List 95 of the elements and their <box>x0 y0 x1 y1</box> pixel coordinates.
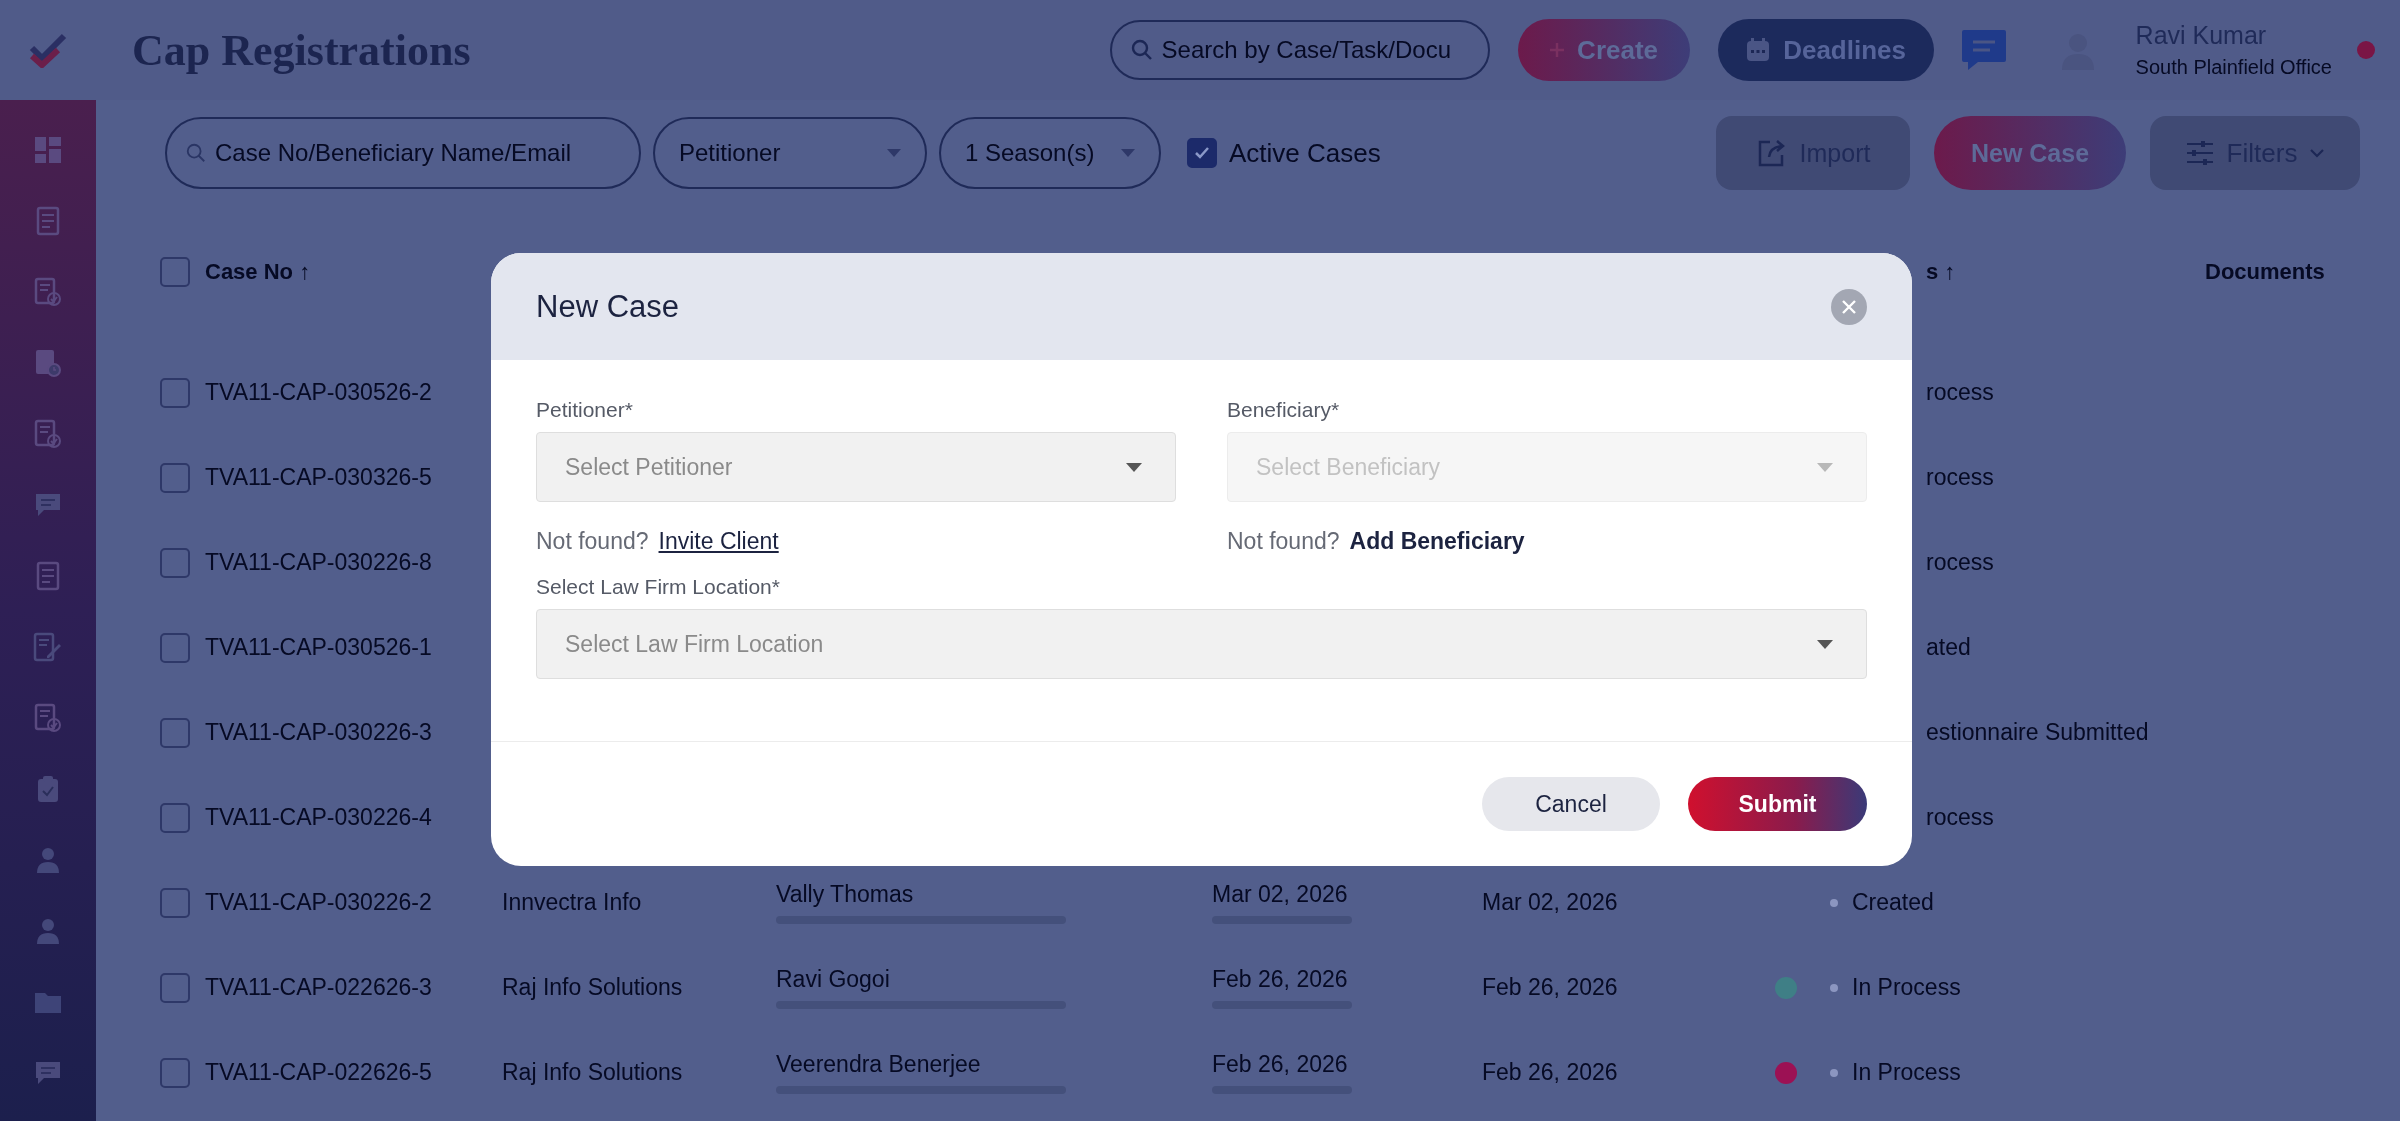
case-number-cell-text: TVA11-CAP-030226-3 <box>205 719 433 746</box>
deadlines-button[interactable]: Deadlines <box>1717 19 1934 81</box>
caret-icon <box>1121 149 1135 157</box>
link[interactable]: Invite Client <box>658 528 779 555</box>
case-number-cell-text: TVA11-CAP-030326-5 <box>205 464 433 491</box>
select-all-checkbox[interactable] <box>160 257 190 287</box>
status-cell: In Process <box>1852 1059 1961 1086</box>
sliders-icon <box>2184 139 2215 167</box>
field-label: Beneficiary* <box>1227 398 1341 422</box>
edit-document-icon[interactable] <box>33 631 63 662</box>
not-found-text: Not found? <box>536 528 649 555</box>
date-cell-text: Feb 26, 2026 <box>1482 974 1619 1001</box>
dialog-title: New Case <box>536 288 679 325</box>
close-icon[interactable] <box>1830 287 1868 326</box>
status-cell: estionnaire Submitted <box>1926 719 2149 746</box>
field-label: Petitioner* <box>536 398 634 422</box>
row-checkbox[interactable] <box>160 717 190 748</box>
status-bullet-icon <box>1830 1068 1838 1077</box>
caret-icon <box>1817 639 1833 649</box>
row-checkbox[interactable] <box>160 1057 190 1088</box>
status-bullet-icon <box>1830 983 1838 992</box>
petitioner-cell-text: Raj Info Solutions <box>502 974 684 1001</box>
status-cell: In Process <box>1852 974 1961 1001</box>
active-cases-checkbox[interactable] <box>1187 138 1217 168</box>
column-header[interactable]: s ↑ <box>1926 259 1956 285</box>
row-checkbox[interactable] <box>160 462 190 493</box>
field-label: Select Law Firm Location* <box>536 575 781 599</box>
not-found-text: Not found? <box>1227 528 1340 555</box>
page-title: Cap Registrations <box>132 24 471 76</box>
case-number-cell-text: TVA11-CAP-030226-2 <box>205 889 433 916</box>
petitioner-dropdown[interactable]: Petitioner <box>653 117 927 189</box>
submit-button[interactable]: Submit <box>1688 777 1867 831</box>
document-clock-icon[interactable] <box>34 347 62 378</box>
case-number-cell-text: TVA11-CAP-022626-5 <box>205 1059 433 1086</box>
select-field[interactable]: Select Law Firm Location <box>536 609 1867 679</box>
petitioner-cell-text: Raj Info Solutions <box>502 1059 684 1086</box>
cancel-button[interactable]: Cancel <box>1482 777 1660 831</box>
created-date-cell-text: Mar 02, 2026 <box>1212 881 1349 908</box>
clipboard-icon[interactable] <box>36 774 60 803</box>
dashboard-icon[interactable] <box>34 135 62 164</box>
status-cell: rocess <box>1926 804 1994 831</box>
caret-icon <box>1817 462 1833 472</box>
caret-icon <box>1126 462 1142 472</box>
search-icon <box>1129 38 1154 62</box>
created-date-cell-text: Feb 26, 2026 <box>1212 966 1349 993</box>
calendar-icon <box>1745 37 1772 63</box>
user-office: South Plainfield Office <box>2135 56 2332 79</box>
chevron-down-icon <box>2309 148 2326 158</box>
status-bullet-icon <box>1830 898 1838 907</box>
message-icon[interactable] <box>34 1059 62 1086</box>
status-cell: rocess <box>1926 464 1994 491</box>
select-field[interactable]: Select Petitioner <box>536 432 1176 502</box>
document-icon[interactable] <box>36 560 60 591</box>
new-case-button[interactable]: New Case <box>1934 116 2126 190</box>
row-checkbox[interactable] <box>160 377 190 408</box>
row-checkbox[interactable] <box>160 547 190 578</box>
logo-icon <box>28 32 68 68</box>
case-number-cell-text: TVA11-CAP-030526-1 <box>205 634 433 661</box>
column-header[interactable]: Documents <box>2205 259 2325 285</box>
beneficiary-cell-text: Vally Thomas <box>776 881 915 908</box>
beneficiary-cell-text: Ravi Gogoi <box>776 966 891 993</box>
document-check-icon[interactable] <box>34 418 62 449</box>
date-cell-text: Feb 26, 2026 <box>1482 1059 1619 1086</box>
case-number-cell-text: TVA11-CAP-030226-8 <box>205 549 433 576</box>
row-checkbox[interactable] <box>160 802 190 833</box>
petitioner-cell-text: Innvectra Info <box>502 889 643 916</box>
plus-icon <box>1549 42 1566 58</box>
person-icon[interactable] <box>36 845 60 874</box>
status-cell: rocess <box>1926 379 1994 406</box>
row-checkbox[interactable] <box>160 972 190 1003</box>
case-number-cell-text: TVA11-CAP-030526-2 <box>205 379 433 406</box>
status-cell: Created <box>1852 889 1934 916</box>
beneficiary-cell-text: Veerendra Benerjee <box>776 1051 982 1078</box>
caret-icon <box>887 149 901 157</box>
status-cell: ated <box>1926 634 1971 661</box>
case-number-cell-text: TVA11-CAP-022626-3 <box>205 974 433 1001</box>
case-number-cell-text: TVA11-CAP-030226-4 <box>205 804 433 831</box>
row-checkbox[interactable] <box>160 632 190 663</box>
date-cell-text: Mar 02, 2026 <box>1482 889 1619 916</box>
notification-dot-icon <box>2356 40 2376 60</box>
message-icon[interactable] <box>34 491 62 518</box>
created-date-cell-text: Feb 26, 2026 <box>1212 1051 1349 1078</box>
case-search-field[interactable]: Case No/Beneficiary Name/Email <box>165 117 641 189</box>
search-field[interactable]: Search by Case/Task/Docu <box>1109 20 1490 80</box>
active-cases-label: Active Cases <box>1229 137 1381 169</box>
document-check-icon[interactable] <box>34 702 62 733</box>
create-button[interactable]: Create <box>1517 19 1690 81</box>
document-icon[interactable] <box>36 205 60 236</box>
person-icon[interactable] <box>36 916 60 945</box>
season-dropdown[interactable]: 1 Season(s) <box>939 117 1161 189</box>
row-checkbox[interactable] <box>160 887 190 918</box>
document-check-icon[interactable] <box>34 276 62 307</box>
status-cell: rocess <box>1926 549 1994 576</box>
search-icon <box>185 142 207 164</box>
chat-icon[interactable] <box>1959 28 2008 72</box>
